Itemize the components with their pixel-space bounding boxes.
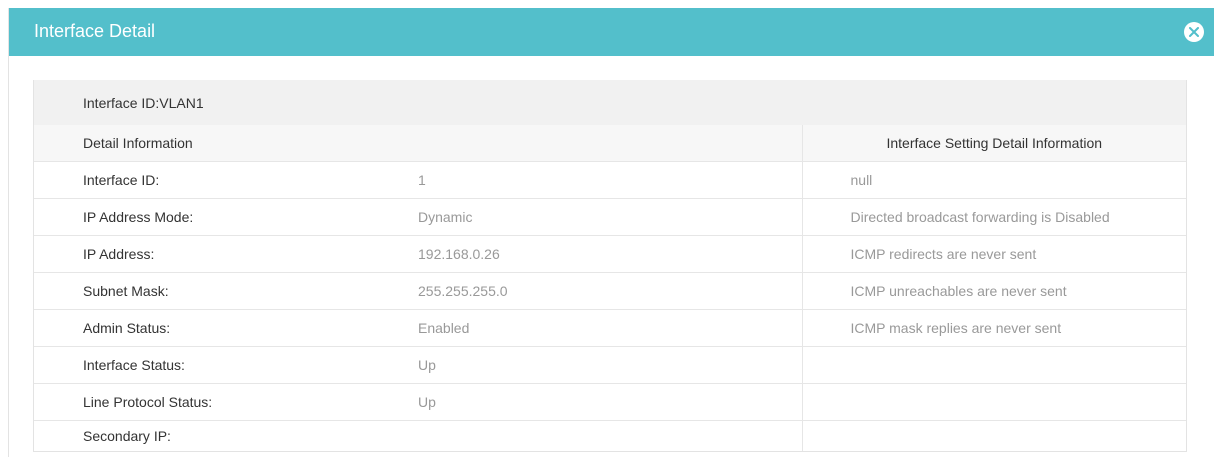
row-label: Admin Status: [34, 309, 418, 347]
row-value: Up [418, 383, 802, 421]
row-info: Directed broadcast forwarding is Disable… [801, 198, 1186, 236]
row-value: Up [418, 346, 802, 384]
row-label: Line Protocol Status: [34, 383, 418, 421]
row-value: 1 [418, 161, 802, 199]
row-info: ICMP unreachables are never sent [801, 272, 1186, 310]
detail-information-header: Detail Information [34, 125, 802, 162]
row-info [801, 346, 1186, 384]
detail-table: Detail Information Interface Setting Det… [34, 125, 1186, 451]
row-info [801, 383, 1186, 421]
row-label: Interface Status: [34, 346, 418, 384]
interface-detail-dialog: Interface Detail Interface ID:VLAN1 Deta… [8, 8, 1214, 457]
table-row: Line Protocol Status: Up [34, 383, 1186, 421]
row-info: ICMP mask replies are never sent [801, 309, 1186, 347]
close-icon[interactable] [1184, 22, 1204, 42]
row-info [801, 420, 1186, 451]
table-row: IP Address Mode: Dynamic Directed broadc… [34, 198, 1186, 236]
interface-detail-panel: Interface ID:VLAN1 Detail Information In… [33, 80, 1187, 452]
table-row: IP Address: 192.168.0.26 ICMP redirects … [34, 235, 1186, 273]
interface-setting-header: Interface Setting Detail Information [801, 125, 1186, 162]
row-value: 255.255.255.0 [418, 272, 802, 310]
table-row: Interface Status: Up [34, 346, 1186, 384]
table-row: Admin Status: Enabled ICMP mask replies … [34, 309, 1186, 347]
interface-id-header: Interface ID:VLAN1 [34, 80, 1186, 125]
row-info: ICMP redirects are never sent [801, 235, 1186, 273]
dialog-title: Interface Detail [34, 21, 156, 41]
row-label: IP Address Mode: [34, 198, 418, 236]
row-value [418, 421, 802, 452]
row-label: Secondary IP: [83, 428, 171, 444]
row-label: IP Address: [34, 235, 418, 273]
table-row: Secondary IP: [34, 420, 1186, 452]
table-row: Subnet Mask: 255.255.255.0 ICMP unreacha… [34, 272, 1186, 310]
row-value: Dynamic [418, 198, 802, 236]
table-row: Interface ID: 1 null [34, 161, 1186, 199]
row-info: null [801, 161, 1186, 199]
table-header-row: Detail Information Interface Setting Det… [34, 125, 1186, 162]
row-label: Interface ID: [34, 161, 418, 199]
dialog-title-bar: Interface Detail [9, 8, 1214, 56]
row-value: 192.168.0.26 [418, 235, 802, 273]
row-label: Subnet Mask: [34, 272, 418, 310]
row-value: Enabled [418, 309, 802, 347]
